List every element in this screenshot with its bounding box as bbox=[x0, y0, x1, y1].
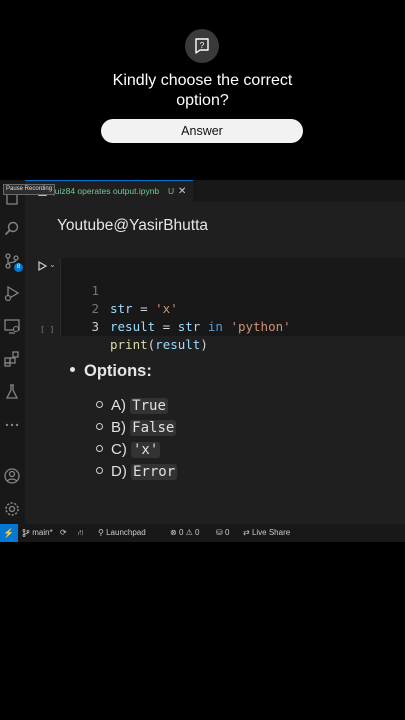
code-text: str = 'x' bbox=[110, 301, 178, 316]
code-line: 3 print(result) bbox=[61, 300, 207, 352]
run-debug-icon[interactable] bbox=[3, 284, 21, 302]
option-c: C) 'x' bbox=[96, 440, 161, 460]
channel-watermark: Youtube@YasirBhutta bbox=[57, 217, 209, 234]
settings-icon[interactable] bbox=[3, 500, 21, 518]
launchpad-label: Launchpad bbox=[106, 528, 146, 537]
code-text: result = str in 'python' bbox=[110, 319, 291, 334]
ports-count: 0 bbox=[224, 528, 230, 537]
code-line: 1 str = 'x' bbox=[61, 264, 177, 316]
problems-indicator[interactable]: ⊗ 0 ⚠ 0 bbox=[170, 524, 199, 542]
option-d: D) Error bbox=[96, 462, 178, 482]
run-options-chevron-icon[interactable]: ⌄ bbox=[49, 260, 56, 269]
option-value: True bbox=[130, 398, 168, 414]
option-value: 'x' bbox=[131, 442, 161, 458]
more-icon[interactable] bbox=[3, 416, 21, 434]
branch-name: main* bbox=[32, 528, 53, 537]
option-a: A) True bbox=[96, 396, 168, 416]
bullet-icon bbox=[70, 367, 75, 373]
activity-bar: Pause Recording 8 bbox=[0, 180, 56, 524]
error-icon: ⊗ bbox=[170, 528, 177, 537]
remote-indicator-icon[interactable]: ⚡ bbox=[0, 524, 18, 542]
launchpad-icon: ⚲ bbox=[98, 528, 104, 537]
warning-count: 0 bbox=[195, 528, 200, 537]
quiz-prompt-line-2: option? bbox=[176, 92, 229, 109]
option-b: B) False bbox=[96, 418, 177, 438]
options-heading: Options: bbox=[70, 362, 152, 381]
account-icon[interactable] bbox=[3, 467, 21, 485]
live-share-item[interactable]: ⇄ Live Share bbox=[243, 524, 290, 542]
pause-recording-tooltip[interactable]: Pause Recording bbox=[3, 184, 56, 195]
tab-bar: quiz84 operates output.ipynb U ✕ bbox=[25, 180, 405, 202]
branch-indicator[interactable]: main* bbox=[22, 524, 53, 542]
testing-icon[interactable] bbox=[3, 383, 21, 401]
git-graph-icon[interactable]: ⛙ bbox=[78, 524, 84, 542]
quiz-prompt: Kindly choose the correct option? bbox=[0, 71, 405, 111]
branch-icon bbox=[22, 528, 30, 537]
source-control-icon[interactable]: 8 bbox=[3, 252, 23, 272]
tab-close-icon[interactable]: ✕ bbox=[178, 181, 186, 202]
svg-text:?: ? bbox=[200, 41, 205, 50]
error-count: 0 bbox=[178, 528, 184, 537]
tab-untracked-marker: U bbox=[168, 186, 175, 196]
warning-icon: ⚠ bbox=[185, 528, 193, 537]
quiz-prompt-line-1: Kindly choose the correct bbox=[112, 72, 293, 89]
extensions-icon[interactable] bbox=[3, 350, 21, 368]
ports-icon: ⛁ bbox=[216, 528, 223, 537]
run-cell-icon[interactable] bbox=[36, 259, 48, 272]
launchpad-item[interactable]: ⚲ Launchpad bbox=[98, 524, 146, 542]
source-control-badge: 8 bbox=[14, 263, 23, 272]
sync-icon[interactable]: ⟳ bbox=[60, 524, 67, 542]
tab-title: quiz84 operates output.ipynb bbox=[50, 186, 160, 196]
option-letter: D) bbox=[111, 463, 127, 480]
answer-button[interactable]: Answer bbox=[101, 119, 303, 143]
code-cell[interactable]: 1 str = 'x' 2 result = str in 'python' 3… bbox=[60, 258, 405, 352]
hollow-bullet-icon bbox=[96, 422, 103, 430]
status-bar: ⚡ main* ⟳ ⛙ ⚲ Launchpad ⊗ 0 ⚠ 0 ⛁ 0 ⇄ Li… bbox=[0, 524, 405, 542]
option-letter: A) bbox=[111, 397, 126, 414]
remote-explorer-icon[interactable] bbox=[3, 317, 21, 335]
question-icon: ? bbox=[185, 29, 219, 63]
option-letter: B) bbox=[111, 419, 126, 436]
option-letter: C) bbox=[111, 441, 127, 458]
live-share-icon: ⇄ bbox=[243, 528, 250, 537]
execution-count: [ ] bbox=[40, 325, 55, 334]
options-heading-text: Options: bbox=[84, 362, 152, 380]
option-value: False bbox=[130, 420, 177, 436]
code-text: print(result) bbox=[110, 337, 208, 352]
hollow-bullet-icon bbox=[96, 466, 103, 474]
option-value: Error bbox=[131, 464, 178, 480]
hollow-bullet-icon bbox=[96, 400, 103, 408]
live-share-label: Live Share bbox=[251, 528, 291, 537]
code-line: 2 result = str in 'python' bbox=[61, 282, 290, 334]
vscode-window: Pause Recording 8 quiz84 operates output… bbox=[0, 180, 405, 542]
ports-indicator[interactable]: ⛁ 0 bbox=[216, 524, 229, 542]
line-number: 3 bbox=[91, 319, 99, 334]
search-icon[interactable] bbox=[3, 220, 21, 238]
hollow-bullet-icon bbox=[96, 444, 103, 452]
